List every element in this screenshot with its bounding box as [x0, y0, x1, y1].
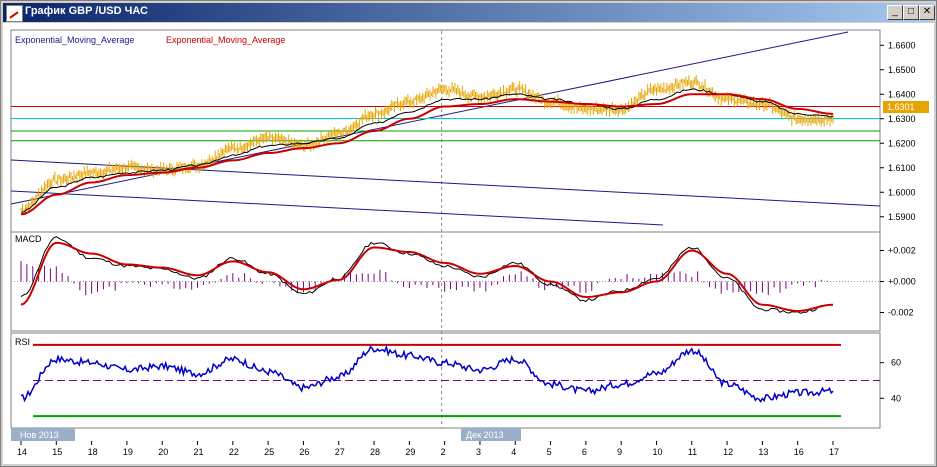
x-axis-label: 28 [370, 447, 380, 457]
price-axis-label: 1.6600 [888, 40, 916, 50]
ema-slow-label: Exponential_Moving_Average [166, 35, 285, 45]
chart-app-icon [6, 5, 23, 22]
price-axis-label: 1.6200 [888, 138, 916, 148]
x-axis-label: 6 [582, 447, 587, 457]
title-bar[interactable]: График GBP /USD ЧАС _ □ ✕ [3, 3, 935, 22]
current-price-label: 1.6301 [887, 102, 915, 112]
x-axis-label: 4 [511, 447, 516, 457]
month-label-dec: Дек 2013 [466, 430, 504, 440]
x-axis-label: 16 [794, 447, 804, 457]
maximize-button[interactable]: □ [903, 5, 919, 20]
x-axis-label: 22 [229, 447, 239, 457]
x-axis-label: 21 [194, 447, 204, 457]
x-axis-label: 15 [52, 447, 62, 457]
x-axis-label: 17 [829, 447, 839, 457]
trendline-channel [10, 190, 664, 226]
minimize-button[interactable]: _ [887, 5, 903, 20]
x-axis-label: 26 [299, 447, 309, 457]
x-axis-label: 20 [158, 447, 168, 457]
x-axis-label: 14 [17, 447, 27, 457]
price-axis-label: 1.6300 [888, 114, 916, 124]
x-axis-label: 10 [652, 447, 662, 457]
chart-canvas[interactable]: Exponential_Moving_Average Exponential_M… [3, 23, 934, 464]
close-button[interactable]: ✕ [919, 5, 935, 20]
month-label-nov: Нов 2013 [20, 430, 59, 440]
price-axis-label: 1.6400 [888, 89, 916, 99]
price-axis-label: 1.6100 [888, 163, 916, 173]
x-axis-label: 27 [335, 447, 345, 457]
x-axis-label: 2 [441, 447, 446, 457]
x-axis-label: 11 [688, 447, 697, 457]
trendline-up [10, 31, 849, 205]
macd-axis-label: -0.002 [888, 308, 914, 318]
rsi-line [20, 344, 834, 403]
macd-label: MACD [15, 234, 42, 244]
ema-fast-label: Exponential_Moving_Average [15, 35, 134, 45]
ema-fast-line [20, 88, 834, 213]
x-axis-label: 13 [758, 447, 768, 457]
chart-area[interactable]: Exponential_Moving_Average Exponential_M… [3, 23, 934, 464]
rsi-axis-label: 60 [891, 358, 901, 368]
x-axis-label: 5 [547, 447, 552, 457]
x-axis-label: 3 [476, 447, 481, 457]
macd-main-line [20, 236, 834, 314]
x-axis-label: 25 [264, 447, 274, 457]
macd-axis-label: +0.002 [888, 246, 916, 256]
ema-slow-line [20, 93, 834, 216]
x-axis-label: 9 [617, 447, 622, 457]
price-axis-label: 1.6000 [888, 187, 916, 197]
chart-window: График GBP /USD ЧАС _ □ ✕ Exponential_Mo… [0, 0, 937, 467]
macd-signal-line [20, 241, 834, 312]
x-axis-label: 12 [723, 447, 733, 457]
x-axis-label: 18 [88, 447, 98, 457]
window-title: График GBP /USD ЧАС [25, 5, 148, 17]
x-axis-label: 29 [405, 447, 415, 457]
x-axis-label: 19 [123, 447, 133, 457]
rsi-axis-label: 40 [891, 393, 901, 403]
price-axis-label: 1.6500 [888, 65, 916, 75]
macd-axis-label: +0.000 [888, 277, 916, 287]
rsi-label: RSI [15, 337, 30, 347]
price-axis-label: 1.5900 [888, 212, 916, 222]
